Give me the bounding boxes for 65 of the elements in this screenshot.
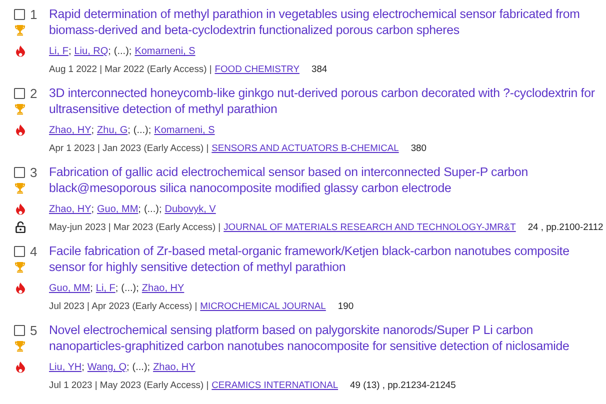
author-link[interactable]: Wang, Q [87,362,126,373]
record-title-link[interactable]: Rapid determination of methyl parathion in vegetables using electrochemical sensor fabricated from biomass-derived and beta-cyclodextrin functionalized porous carbon spheres [49,6,598,38]
journal-link[interactable]: JOURNAL OF MATERIALS RESEARCH AND TECHNOLOGY-JMR&T [224,221,516,232]
author-link[interactable]: Zhao, HY [49,125,92,136]
record-title-link[interactable]: 3D interconnected honeycomb-like ginkgo nut-derived porous carbon decorated with ?-cyclodextrin for ultrasensitive detection of methyl parathion [49,85,598,117]
author-link[interactable]: Li, F [96,283,116,294]
author-ellipsis: (...) [121,283,136,294]
author-link[interactable]: Dubovyk, V [164,204,216,215]
separator: ; [147,362,150,373]
separator: ; [90,283,93,294]
record-title-link[interactable]: Novel electrochemical sensing platform based on palygorskite nanorods/Super P Li carbon nanoparticles-graphitized carbon nanotubes nanocomposite for sensitive detection of niclosamide [49,322,598,354]
author-link[interactable]: Zhao, HY [142,283,184,294]
record-number: 2 [30,86,38,100]
author-link[interactable]: Zhu, G [97,125,128,136]
record-number: 4 [30,244,38,258]
separator: ; [126,362,130,373]
author-link[interactable]: Li, F [49,46,68,57]
journal-link[interactable]: MICROCHEMICAL JOURNAL [200,300,326,311]
record-number: 1 [30,6,38,22]
record-title-link[interactable]: Facile fabrication of Zr-based metal-organic framework/Ketjen black-carbon nanotubes composite sensor for highly sensitive detection of methyl parathion [49,243,598,275]
author-link[interactable]: Liu, RQ [74,46,108,57]
separator: ; [108,46,111,57]
journal-link[interactable]: CERAMICS INTERNATIONAL [212,379,338,390]
separator: ; [148,125,152,136]
separator: ; [91,204,94,215]
record-title-link[interactable]: Fabrication of gallic acid electrochemical sensor based on interconnected Super-P carbon black@mesoporous silica nanocomposite modified glassy carbon electrode [49,164,604,196]
publication-dates: Aug 1 2022 | Mar 2022 (Early Access) | [49,63,212,74]
journal-link[interactable]: SENSORS AND ACTUATORS B-CHEMICAL [212,142,399,153]
volume-info: 49 (13) , pp.21234-21245 [350,379,456,390]
checkbox[interactable] [14,8,25,20]
author-link[interactable]: Komarneni, S [154,125,215,136]
volume-info: 384 [312,63,328,74]
checkbox[interactable] [14,88,25,98]
author-link[interactable]: Komarneni, S [134,46,196,57]
author-ellipsis: (...) [133,125,148,136]
separator: ; [115,283,118,294]
volume-info: 190 [338,300,354,311]
volume-info: 380 [410,142,426,153]
publication-dates: May-jun 2023 | Mar 2023 (Early Access) | [49,221,221,232]
publication-dates: Jul 2023 | Apr 2023 (Early Access) | [49,300,198,311]
author-link[interactable]: Zhao, HY [49,204,92,215]
author-link[interactable]: Guo, MM [97,204,138,215]
record-number: 3 [30,164,38,180]
separator: ; [82,362,84,373]
author-link[interactable]: Zhao, HY [153,362,196,373]
journal-link[interactable]: FOOD CHEMISTRY [214,63,300,74]
record-number: 5 [30,322,38,338]
author-ellipsis: (...) [114,46,129,57]
separator: ; [136,283,139,294]
volume-info: 24 , pp.2100-2112 [528,221,604,232]
checkbox[interactable] [14,246,25,256]
author-ellipsis: (...) [144,204,159,215]
checkbox[interactable] [14,324,25,336]
separator: ; [91,125,94,136]
author-link[interactable]: Guo, MM [49,283,90,294]
author-ellipsis: (...) [132,362,148,373]
separator: ; [138,204,141,215]
publication-dates: Apr 1 2023 | Jan 2023 (Early Access) | [49,142,209,153]
separator: ; [158,204,162,215]
separator: ; [128,46,132,57]
separator: ; [68,46,72,57]
author-link[interactable]: Liu, YH [49,362,82,373]
checkbox[interactable] [14,166,25,178]
separator: ; [128,125,130,136]
publication-dates: Jul 1 2023 | May 2023 (Early Access) | [49,379,209,390]
